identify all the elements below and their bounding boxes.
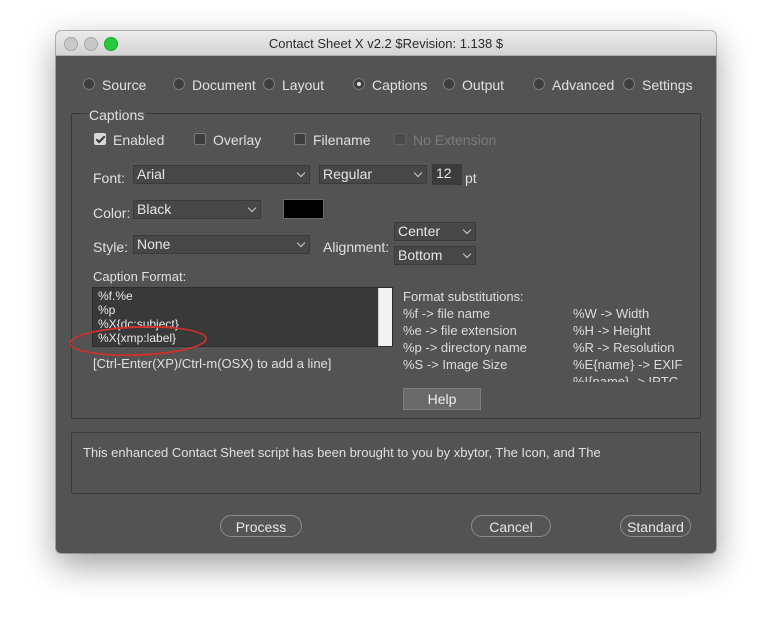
no-extension-checkbox[interactable] bbox=[394, 133, 406, 145]
font-size-value: 12 bbox=[436, 165, 452, 181]
process-button[interactable]: Process bbox=[220, 515, 302, 537]
substitution-item: %e -> file extension bbox=[403, 323, 517, 338]
font-select-value: Arial bbox=[137, 166, 166, 182]
chevron-down-icon bbox=[247, 203, 257, 213]
substitution-item: %I{name} -> IPTC bbox=[573, 374, 679, 382]
info-text: This enhanced Contact Sheet script has b… bbox=[83, 445, 601, 460]
color-label: Color: bbox=[93, 205, 131, 221]
substitutions-left: %f -> file name %e -> file extension %p … bbox=[403, 305, 563, 373]
substitution-item: %R -> Resolution bbox=[573, 340, 675, 355]
alignment-h-value: Center bbox=[398, 223, 441, 239]
caption-line: %p bbox=[98, 303, 116, 317]
radio-output[interactable] bbox=[443, 78, 455, 90]
substitution-item: %W -> Width bbox=[573, 306, 650, 321]
tab-output-label: Output bbox=[462, 77, 505, 93]
tab-layout-label: Layout bbox=[282, 77, 325, 93]
font-style-select[interactable]: Regular bbox=[319, 165, 427, 184]
title-bar: Contact Sheet X v2.2 $Revision: 1.138 $ bbox=[56, 31, 716, 56]
overlay-label: Overlay bbox=[213, 132, 262, 148]
filename-checkbox[interactable] bbox=[294, 133, 306, 145]
alignment-v-value: Bottom bbox=[398, 247, 443, 263]
caption-line: %f.%e bbox=[98, 289, 133, 303]
chevron-down-icon bbox=[296, 238, 306, 248]
overlay-checkbox[interactable] bbox=[194, 133, 206, 145]
radio-captions[interactable] bbox=[353, 78, 365, 90]
chevron-down-icon bbox=[296, 168, 306, 178]
font-size-unit: pt bbox=[465, 170, 477, 186]
tab-advanced-label: Advanced bbox=[552, 77, 615, 93]
style-label: Style: bbox=[93, 239, 129, 255]
substitutions-title: Format substitutions: bbox=[403, 289, 524, 304]
font-size-input[interactable]: 12 bbox=[432, 164, 462, 185]
substitution-item: %E{name} -> EXIF bbox=[573, 357, 683, 372]
tab-settings-label: Settings bbox=[642, 77, 693, 93]
dialog-window: Contact Sheet X v2.2 $Revision: 1.138 $ … bbox=[56, 31, 716, 553]
font-style-value: Regular bbox=[323, 166, 373, 182]
radio-layout[interactable] bbox=[263, 78, 275, 90]
captions-group-label: Captions bbox=[87, 107, 147, 123]
radio-settings[interactable] bbox=[623, 78, 635, 90]
tab-captions-label: Captions bbox=[372, 77, 428, 93]
substitution-item: %S -> Image Size bbox=[403, 357, 508, 372]
info-box bbox=[71, 432, 701, 494]
color-select-value: Black bbox=[137, 201, 172, 217]
font-select[interactable]: Arial bbox=[133, 165, 310, 184]
window-title: Contact Sheet X v2.2 $Revision: 1.138 $ bbox=[268, 36, 504, 51]
no-extension-label: No Extension bbox=[413, 132, 497, 148]
substitution-item: %p -> directory name bbox=[403, 340, 527, 355]
textarea-scrollbar[interactable] bbox=[378, 288, 392, 346]
radio-source[interactable] bbox=[83, 78, 95, 90]
alignment-label: Alignment: bbox=[323, 239, 390, 255]
tab-document-label: Document bbox=[192, 77, 256, 93]
substitution-item: %H -> Height bbox=[573, 323, 651, 338]
tab-source-label: Source bbox=[102, 77, 147, 93]
alignment-h-select[interactable]: Center bbox=[394, 222, 476, 241]
chevron-down-icon bbox=[413, 168, 423, 178]
radio-document[interactable] bbox=[173, 78, 185, 90]
cancel-button[interactable]: Cancel bbox=[471, 515, 551, 537]
substitution-item: %f -> file name bbox=[403, 306, 491, 321]
enabled-label: Enabled bbox=[113, 132, 165, 148]
style-select-value: None bbox=[137, 236, 171, 252]
enabled-checkbox[interactable] bbox=[94, 133, 106, 145]
filename-label: Filename bbox=[313, 132, 371, 148]
radio-advanced[interactable] bbox=[533, 78, 545, 90]
color-swatch[interactable] bbox=[283, 199, 324, 219]
font-label: Font: bbox=[93, 170, 125, 186]
substitutions-right: %W -> Width %H -> Height %R -> Resolutio… bbox=[573, 305, 688, 382]
alignment-v-select[interactable]: Bottom bbox=[394, 246, 476, 265]
color-select[interactable]: Black bbox=[133, 200, 261, 219]
chevron-down-icon bbox=[462, 249, 472, 259]
help-button[interactable]: Help bbox=[403, 388, 481, 410]
style-select[interactable]: None bbox=[133, 235, 310, 254]
standard-button[interactable]: Standard bbox=[620, 515, 691, 537]
add-line-hint: [Ctrl-Enter(XP)/Ctrl-m(OSX) to add a lin… bbox=[93, 356, 332, 371]
chevron-down-icon bbox=[462, 225, 472, 235]
caption-format-label: Caption Format: bbox=[93, 269, 187, 284]
